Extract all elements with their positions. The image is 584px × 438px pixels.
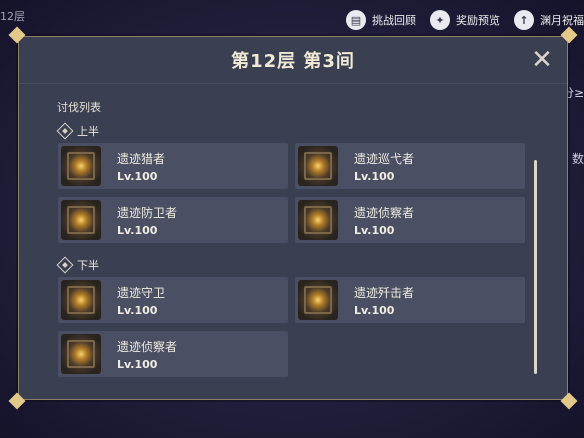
corner-ornament [8, 392, 26, 410]
second-half-label: 下半 [56, 256, 99, 274]
enemy-card[interactable]: 遗迹侦察者 Lv.100 [58, 331, 288, 377]
enemy-portrait [298, 280, 338, 320]
top-button-bar: ▤ 挑战回顾 ✦ 奖励预览 ↑ 渊月祝福 [346, 10, 584, 30]
first-half-text: 上半 [77, 125, 99, 138]
enemy-name: 遗迹猎者 [117, 151, 166, 166]
enemy-portrait [61, 334, 101, 374]
enemy-level: Lv.100 [117, 223, 158, 237]
enemy-card[interactable]: 遗迹巡弋者 Lv.100 [295, 143, 525, 189]
enemy-portrait [61, 280, 101, 320]
moon-blessing-button[interactable]: ↑ 渊月祝福 [514, 10, 584, 30]
enemy-portrait [298, 146, 338, 186]
enemy-level: Lv.100 [354, 303, 395, 317]
enemy-card[interactable]: 遗迹歼击者 Lv.100 [295, 277, 525, 323]
close-icon[interactable]: ✕ [529, 47, 555, 73]
enemy-name: 遗迹歼击者 [354, 285, 415, 300]
enemy-card[interactable]: 遗迹守卫 Lv.100 [58, 277, 288, 323]
enemy-portrait [61, 200, 101, 240]
enemy-card[interactable]: 遗迹防卫者 Lv.100 [58, 197, 288, 243]
panel-title: 第12层 第3间 [19, 37, 567, 84]
enemy-name: 遗迹守卫 [117, 285, 166, 300]
enemy-name: 遗迹巡弋者 [354, 151, 415, 166]
enemy-portrait [61, 146, 101, 186]
enemy-level: Lv.100 [354, 223, 395, 237]
enemy-level: Lv.100 [354, 169, 395, 183]
enemy-name: 遗迹侦察者 [354, 205, 415, 220]
enemy-level: Lv.100 [117, 169, 158, 183]
diamond-icon [56, 256, 74, 274]
enemy-name: 遗迹侦察者 [117, 339, 178, 354]
star-icon: ✦ [430, 10, 450, 30]
reward-preview-button[interactable]: ✦ 奖励预览 [430, 10, 500, 30]
enemy-name: 遗迹防卫者 [117, 205, 178, 220]
challenge-review-label: 挑战回顾 [372, 14, 416, 27]
first-half-label: 上半 [56, 122, 99, 140]
enemy-card[interactable]: 遗迹侦察者 Lv.100 [295, 197, 525, 243]
history-icon: ▤ [346, 10, 366, 30]
diamond-icon [56, 122, 74, 140]
section-title: 讨伐列表 [57, 101, 101, 114]
challenge-review-button[interactable]: ▤ 挑战回顾 [346, 10, 416, 30]
enemy-level: Lv.100 [117, 303, 158, 317]
enemy-card[interactable]: 遗迹猎者 Lv.100 [58, 143, 288, 189]
enemy-level: Lv.100 [117, 357, 158, 371]
enemy-portrait [298, 200, 338, 240]
enemy-list-panel: 第12层 第3间 ✕ 讨伐列表 上半 遗迹猎者 Lv.100 遗迹巡弋者 Lv.… [8, 26, 578, 410]
scrollbar[interactable] [534, 160, 537, 374]
background-right-text: 数 [571, 152, 584, 166]
corner-ornament [560, 392, 578, 410]
moon-blessing-label: 渊月祝福 [540, 14, 584, 27]
second-half-text: 下半 [77, 259, 99, 272]
arrow-up-icon: ↑ [514, 10, 534, 30]
background-floor-text: 12层 [0, 10, 25, 23]
reward-preview-label: 奖励预览 [456, 14, 500, 27]
